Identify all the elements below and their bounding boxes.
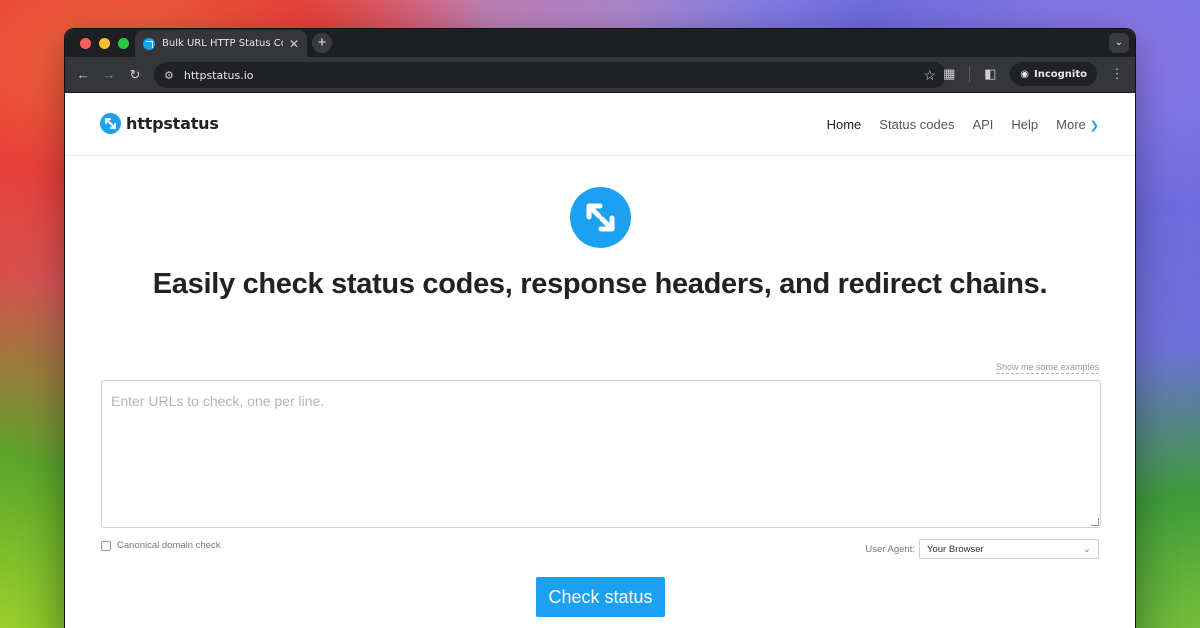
address-url[interactable]: httpstatus.io	[184, 69, 924, 82]
main-nav: Home Status codes API Help More ❯	[827, 117, 1099, 132]
hero-headline: Easily check status codes, response head…	[65, 268, 1135, 301]
canonical-check[interactable]: Canonical domain check	[101, 540, 221, 551]
hero-arrows-icon	[570, 187, 631, 248]
window-controls	[80, 38, 129, 49]
user-agent-label: User Agent:	[865, 543, 915, 555]
site-header: httpstatus Home Status codes API Help Mo…	[65, 93, 1135, 156]
user-agent-select[interactable]: Your Browser ⌄	[919, 539, 1099, 559]
tab-close-icon[interactable]: ✕	[289, 37, 299, 51]
incognito-label: Incognito	[1034, 68, 1087, 80]
new-tab-button[interactable]: +	[312, 33, 332, 53]
nav-more-label: More	[1056, 117, 1086, 132]
show-examples-link[interactable]: Show me some examples	[995, 362, 1099, 374]
headline-redirect-chains: redirect chains	[837, 268, 1040, 300]
toolbar-actions: ▦ ◧ ◉ Incognito ⋮	[939, 62, 1127, 86]
resize-handle-icon[interactable]	[1091, 518, 1099, 526]
incognito-icon: ◉	[1020, 68, 1029, 80]
forward-icon[interactable]: →	[96, 67, 122, 82]
user-agent-value: Your Browser	[927, 543, 984, 555]
headline-status-codes: status codes	[331, 268, 505, 300]
tab-title: Bulk URL HTTP Status Code,	[162, 38, 283, 49]
toolbar-divider	[969, 66, 971, 82]
nav-more[interactable]: More ❯	[1056, 117, 1099, 132]
maximize-window-button[interactable]	[118, 38, 129, 49]
headline-pre: Easily check	[152, 268, 332, 300]
nav-api[interactable]: API	[972, 117, 993, 132]
back-icon[interactable]: ←	[70, 67, 96, 82]
address-bar[interactable]: ⚙ httpstatus.io ☆	[154, 62, 946, 88]
incognito-badge[interactable]: ◉ Incognito	[1010, 62, 1097, 86]
browser-tab[interactable]: Bulk URL HTTP Status Code, ✕	[135, 30, 307, 57]
web-page: httpstatus Home Status codes API Help Mo…	[65, 93, 1135, 628]
tab-search-icon[interactable]: ⌄	[1109, 33, 1129, 53]
bookmark-star-icon[interactable]: ☆	[923, 67, 936, 84]
extensions-icon[interactable]: ▦	[939, 66, 959, 82]
headline-end: .	[1039, 268, 1048, 300]
canonical-checkbox[interactable]	[101, 540, 111, 551]
site-settings-icon[interactable]: ⚙	[164, 69, 174, 82]
headline-sep2: , and	[763, 268, 838, 300]
urls-input[interactable]	[101, 380, 1101, 528]
headline-sep1: ,	[504, 268, 521, 300]
reload-icon[interactable]: ↻	[122, 67, 148, 83]
nav-status-codes[interactable]: Status codes	[879, 117, 954, 132]
user-agent-group: User Agent: Your Browser ⌄	[865, 539, 1099, 559]
close-window-button[interactable]	[80, 38, 91, 49]
canonical-label: Canonical domain check	[117, 540, 221, 551]
site-logo[interactable]: httpstatus	[100, 113, 219, 134]
minimize-window-button[interactable]	[99, 38, 110, 49]
chevron-down-icon: ❯	[1089, 120, 1099, 132]
select-chevron-down-icon: ⌄	[1082, 543, 1091, 555]
logo-text: httpstatus	[126, 114, 219, 133]
tab-bar: Bulk URL HTTP Status Code, ✕ + ⌄	[65, 29, 1135, 57]
nav-home[interactable]: Home	[827, 117, 862, 132]
browser-menu-icon[interactable]: ⋮	[1107, 66, 1127, 82]
browser-toolbar: ← → ↻ ⚙ httpstatus.io ☆ ▦ ◧ ◉ Incognito …	[65, 57, 1135, 93]
headline-response-headers: response headers	[520, 268, 764, 300]
side-panel-icon[interactable]: ◧	[980, 66, 1000, 82]
favicon-icon	[143, 37, 155, 50]
check-status-button[interactable]: Check status	[536, 577, 665, 617]
browser-window: Bulk URL HTTP Status Code, ✕ + ⌄ ← → ↻ ⚙…	[64, 28, 1136, 628]
logo-arrows-icon	[100, 113, 121, 134]
nav-help[interactable]: Help	[1011, 117, 1038, 132]
